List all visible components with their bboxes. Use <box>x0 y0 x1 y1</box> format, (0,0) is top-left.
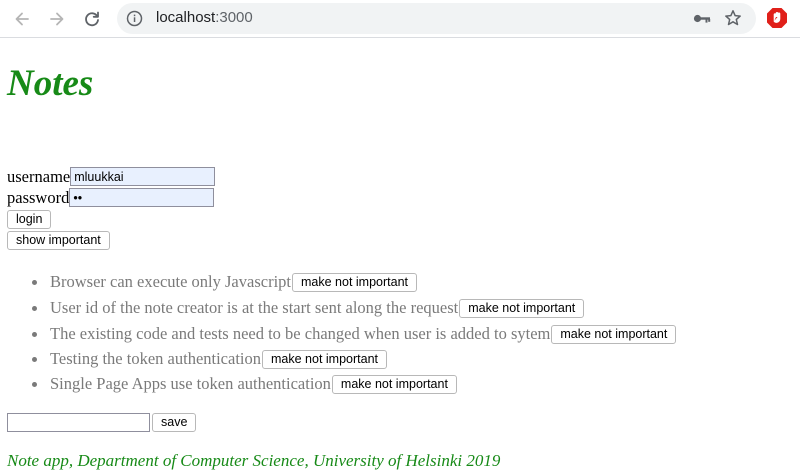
note-content: Browser can execute only Javascript <box>50 272 291 291</box>
browser-toolbar: localhost:3000 <box>0 0 800 38</box>
url-port: :3000 <box>215 9 253 26</box>
list-item: User id of the note creator is at the st… <box>30 297 585 319</box>
url-host: localhost <box>156 9 216 26</box>
make-not-important-button[interactable]: make not important <box>459 298 585 318</box>
username-input[interactable] <box>70 167 216 186</box>
extension-shield-icon[interactable] <box>766 7 788 34</box>
password-label: password <box>7 188 70 207</box>
key-icon[interactable] <box>692 10 712 32</box>
show-important-button[interactable]: show important <box>7 231 110 250</box>
list-item: Browser can execute only Javascript make… <box>30 271 417 293</box>
page-title: Notes <box>7 63 94 104</box>
new-note-input[interactable] <box>7 413 150 432</box>
make-not-important-button[interactable]: make not important <box>551 324 677 344</box>
address-bar[interactable]: localhost:3000 <box>117 3 756 34</box>
list-item: The existing code and tests need to be c… <box>30 323 677 345</box>
note-content: The existing code and tests need to be c… <box>50 324 551 343</box>
star-icon[interactable] <box>724 9 742 32</box>
password-row: password <box>7 187 215 208</box>
list-item: Single Page Apps use token authenticatio… <box>30 373 457 395</box>
bullet <box>32 356 37 362</box>
username-row: username <box>7 166 216 187</box>
list-item: Testing the token authentication make no… <box>30 348 387 370</box>
url-text: localhost:3000 <box>156 9 253 26</box>
footer-text: Note app, Department of Computer Science… <box>7 451 501 470</box>
bullet <box>32 381 37 387</box>
note-content: Testing the token authentication <box>50 349 261 368</box>
bullet <box>32 279 37 285</box>
reload-button[interactable] <box>79 6 105 32</box>
arrow-left-icon <box>15 12 29 26</box>
password-input[interactable] <box>69 188 215 207</box>
make-not-important-button[interactable]: make not important <box>262 349 387 369</box>
bullet <box>32 331 37 337</box>
arrow-right-icon <box>50 12 64 26</box>
back-button[interactable] <box>9 6 35 32</box>
login-button[interactable]: login <box>7 210 52 229</box>
note-content: User id of the note creator is at the st… <box>50 298 459 317</box>
reload-icon <box>85 11 99 27</box>
bullet <box>32 305 37 311</box>
forward-button[interactable] <box>44 6 70 32</box>
username-label: username <box>7 167 71 186</box>
make-not-important-button[interactable]: make not important <box>331 374 457 394</box>
make-not-important-button[interactable]: make not important <box>292 272 417 292</box>
note-content: Single Page Apps use token authenticatio… <box>50 374 331 393</box>
save-button[interactable]: save <box>152 413 197 432</box>
info-icon[interactable] <box>126 10 143 32</box>
